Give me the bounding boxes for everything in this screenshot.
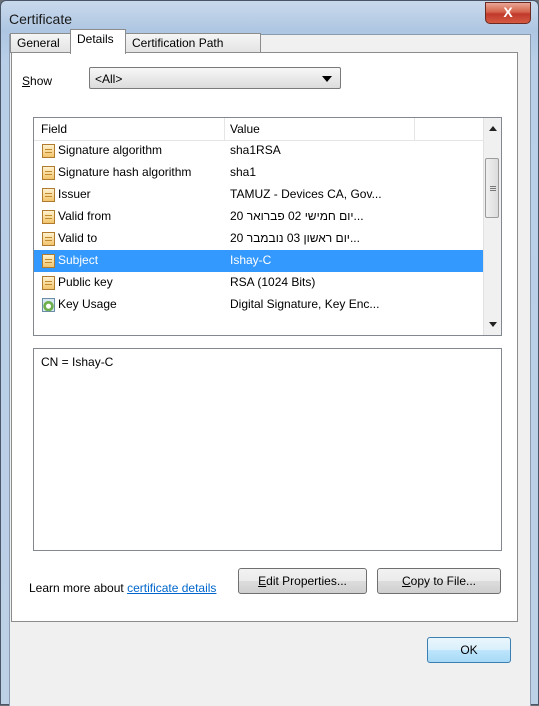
row-field: Public key: [58, 275, 113, 289]
tab-certification-path[interactable]: Certification Path: [125, 33, 261, 53]
row-field: Key Usage: [58, 297, 117, 311]
copy-to-file-button[interactable]: Copy to File...: [377, 568, 501, 594]
column-header-field[interactable]: Field: [41, 122, 67, 136]
certificate-field-icon: [42, 254, 55, 268]
show-label: Show: [22, 74, 53, 88]
close-button[interactable]: X: [485, 2, 531, 24]
row-field: Signature algorithm: [58, 143, 163, 157]
table-row[interactable]: Valid from יום חמישי 02 פברואר 20...: [34, 206, 485, 228]
row-value: Ishay-C: [230, 253, 272, 267]
column-separator[interactable]: [414, 118, 415, 140]
tab-general[interactable]: General: [10, 33, 71, 53]
certificate-field-icon: [42, 166, 55, 180]
table-row[interactable]: Signature hash algorithm sha1: [34, 162, 485, 184]
row-value: TAMUZ - Devices CA, Gov...: [230, 187, 382, 201]
row-field: Signature hash algorithm: [58, 165, 192, 179]
table-row[interactable]: Key Usage Digital Signature, Key Enc...: [34, 294, 485, 316]
row-value: יום חמישי 02 פברואר 20...: [230, 209, 364, 223]
row-value: יום ראשון 03 נובמבר 20...: [230, 231, 360, 245]
table-row[interactable]: Public key RSA (1024 Bits): [34, 272, 485, 294]
grip-icon: [490, 186, 496, 187]
learn-more-prefix: Learn more about: [29, 581, 128, 595]
certificate-field-icon: [42, 210, 55, 224]
table-row[interactable]: Issuer TAMUZ - Devices CA, Gov...: [34, 184, 485, 206]
table-row[interactable]: Signature algorithm sha1RSA: [34, 140, 485, 162]
table-row[interactable]: Subject Ishay-C: [34, 250, 485, 272]
window-title: Certificate: [9, 11, 73, 27]
dropdown-arrow-icon: [322, 76, 332, 82]
table-row[interactable]: Valid to יום ראשון 03 נובמבר 20...: [34, 228, 485, 250]
column-header-value[interactable]: Value: [230, 122, 260, 136]
show-access-key: S: [22, 74, 31, 88]
certificate-dialog: Certificate X General Details Certificat…: [0, 0, 539, 706]
row-value: Digital Signature, Key Enc...: [230, 297, 380, 311]
certificate-field-icon: [42, 232, 55, 246]
row-field: Valid to: [58, 231, 98, 245]
show-dropdown[interactable]: <All>: [89, 67, 341, 89]
copy-access-key: C: [401, 574, 411, 588]
row-value: sha1RSA: [230, 143, 281, 157]
scrollbar-thumb[interactable]: [485, 158, 499, 218]
row-field: Subject: [58, 253, 99, 267]
list-header: Field Value: [34, 118, 485, 141]
row-value: sha1: [230, 165, 257, 179]
edit-access-key: E: [258, 574, 267, 588]
vertical-scrollbar[interactable]: [483, 118, 501, 335]
column-separator[interactable]: [224, 118, 225, 140]
edit-properties-button[interactable]: Edit Properties...: [238, 568, 367, 594]
certificate-field-icon: [42, 276, 55, 290]
learn-more-text: Learn more about certificate details: [29, 581, 216, 595]
row-value: RSA (1024 Bits): [230, 275, 316, 289]
certificate-field-icon: [42, 188, 55, 202]
show-dropdown-value: <All>: [95, 72, 123, 86]
scroll-down-arrow-icon[interactable]: [489, 322, 497, 327]
fields-list[interactable]: Field Value Signature algorithm sha1RSA Si…: [33, 117, 502, 336]
certificate-field-icon: [42, 144, 55, 158]
field-detail-box[interactable]: CN = Ishay-C: [33, 348, 502, 551]
row-field: Valid from: [58, 209, 112, 223]
key-usage-icon: [42, 298, 55, 312]
field-detail-text: CN = Ishay-C: [41, 355, 114, 369]
row-field: Issuer: [58, 187, 91, 201]
ok-button[interactable]: OK: [427, 637, 511, 663]
certificate-details-link[interactable]: certificate details: [127, 581, 216, 595]
tab-details[interactable]: Details: [70, 29, 126, 54]
scroll-up-arrow-icon[interactable]: [489, 126, 497, 131]
